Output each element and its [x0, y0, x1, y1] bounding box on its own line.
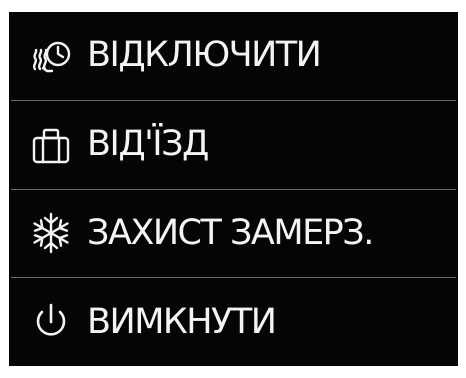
- menu-screen: ВІДКЛЮЧИТИ ВІД'ЇЗД ЗАХИСТ ЗАМЕРЗ. ВИМКНУ…: [9, 12, 458, 366]
- menu-item-label: ЗАХИСТ ЗАМЕРЗ.: [87, 212, 374, 253]
- suitcase-icon: [27, 124, 75, 166]
- menu-item-label: ВІД'ЇЗД: [87, 124, 209, 165]
- snowflake-icon: [27, 212, 75, 254]
- heat-timer-icon: [27, 35, 75, 77]
- menu-item-departure[interactable]: ВІД'ЇЗД: [9, 101, 458, 189]
- menu-item-power-off[interactable]: ВИМКНУТИ: [9, 278, 458, 366]
- power-icon: [27, 301, 75, 343]
- menu-item-label: ВИМКНУТИ: [87, 301, 277, 342]
- menu-item-disable[interactable]: ВІДКЛЮЧИТИ: [9, 12, 458, 100]
- menu-item-label: ВІДКЛЮЧИТИ: [87, 35, 322, 76]
- menu-item-frost-protection[interactable]: ЗАХИСТ ЗАМЕРЗ.: [9, 190, 458, 278]
